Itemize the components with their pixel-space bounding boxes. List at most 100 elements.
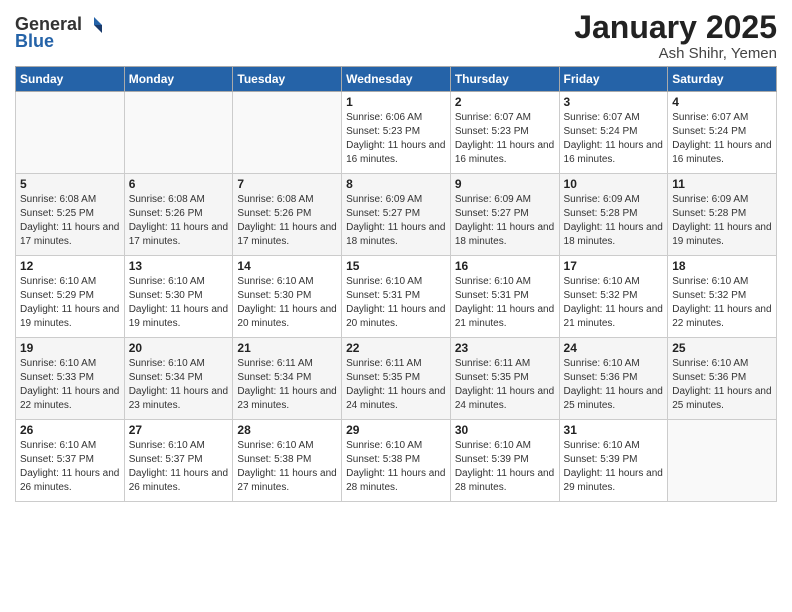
- day-info: Sunrise: 6:08 AMSunset: 5:26 PMDaylight:…: [237, 193, 337, 249]
- day-info: Sunrise: 6:10 AMSunset: 5:29 PMDaylight:…: [20, 275, 120, 331]
- day-info: Sunrise: 6:08 AMSunset: 5:25 PMDaylight:…: [20, 193, 120, 249]
- location-title: Ash Shihr, Yemen: [574, 45, 777, 62]
- day-number: 18: [672, 259, 772, 273]
- calendar-cell: 21 Sunrise: 6:11 AMSunset: 5:34 PMDayligh…: [233, 338, 342, 420]
- weekday-header-row: Sunday Monday Tuesday Wednesday Thursday…: [16, 67, 777, 92]
- calendar-cell: 16 Sunrise: 6:10 AMSunset: 5:31 PMDayligh…: [450, 256, 559, 338]
- calendar-cell: 31 Sunrise: 6:10 AMSunset: 5:39 PMDayligh…: [559, 420, 668, 502]
- day-number: 21: [237, 341, 337, 355]
- day-number: 22: [346, 341, 446, 355]
- calendar-cell: 25 Sunrise: 6:10 AMSunset: 5:36 PMDayligh…: [668, 338, 777, 420]
- calendar-cell: 29 Sunrise: 6:10 AMSunset: 5:38 PMDayligh…: [342, 420, 451, 502]
- day-info: Sunrise: 6:08 AMSunset: 5:26 PMDaylight:…: [129, 193, 229, 249]
- day-info: Sunrise: 6:09 AMSunset: 5:28 PMDaylight:…: [564, 193, 664, 249]
- calendar-table: Sunday Monday Tuesday Wednesday Thursday…: [15, 66, 777, 502]
- day-number: 17: [564, 259, 664, 273]
- day-info: Sunrise: 6:10 AMSunset: 5:31 PMDaylight:…: [455, 275, 555, 331]
- calendar-cell: 28 Sunrise: 6:10 AMSunset: 5:38 PMDayligh…: [233, 420, 342, 502]
- day-number: 11: [672, 177, 772, 191]
- day-number: 19: [20, 341, 120, 355]
- day-number: 27: [129, 423, 229, 437]
- day-number: 2: [455, 95, 555, 109]
- month-title: January 2025: [574, 10, 777, 45]
- header-wednesday: Wednesday: [342, 67, 451, 92]
- day-number: 7: [237, 177, 337, 191]
- day-info: Sunrise: 6:10 AMSunset: 5:33 PMDaylight:…: [20, 357, 120, 413]
- day-number: 26: [20, 423, 120, 437]
- logo: General Blue: [15, 14, 104, 52]
- calendar-cell: [233, 92, 342, 174]
- day-info: Sunrise: 6:10 AMSunset: 5:31 PMDaylight:…: [346, 275, 446, 331]
- calendar-cell: 17 Sunrise: 6:10 AMSunset: 5:32 PMDayligh…: [559, 256, 668, 338]
- calendar-cell: [668, 420, 777, 502]
- calendar-cell: 13 Sunrise: 6:10 AMSunset: 5:30 PMDayligh…: [124, 256, 233, 338]
- day-info: Sunrise: 6:09 AMSunset: 5:28 PMDaylight:…: [672, 193, 772, 249]
- calendar-cell: 20Sunrise: 6:10 AMSunset: 5:34 PMDayligh…: [124, 338, 233, 420]
- calendar-week-row: 26 Sunrise: 6:10 AMSunset: 5:37 PMDayligh…: [16, 420, 777, 502]
- day-number: 1: [346, 95, 446, 109]
- day-info: Sunrise: 6:07 AMSunset: 5:23 PMDaylight:…: [455, 111, 555, 167]
- calendar-cell: 6 Sunrise: 6:08 AMSunset: 5:26 PMDaylight…: [124, 174, 233, 256]
- day-info: Sunrise: 6:10 AMSunset: 5:38 PMDaylight:…: [237, 439, 337, 495]
- calendar-cell: 2 Sunrise: 6:07 AMSunset: 5:23 PMDaylight…: [450, 92, 559, 174]
- header-thursday: Thursday: [450, 67, 559, 92]
- day-number: 25: [672, 341, 772, 355]
- calendar-cell: [124, 92, 233, 174]
- day-number: 16: [455, 259, 555, 273]
- day-info: Sunrise: 6:10 AMSunset: 5:38 PMDaylight:…: [346, 439, 446, 495]
- header-sunday: Sunday: [16, 67, 125, 92]
- day-info: Sunrise: 6:10 AMSunset: 5:39 PMDaylight:…: [564, 439, 664, 495]
- calendar-cell: 12 Sunrise: 6:10 AMSunset: 5:29 PMDayligh…: [16, 256, 125, 338]
- day-number: 28: [237, 423, 337, 437]
- calendar-cell: 23 Sunrise: 6:11 AMSunset: 5:35 PMDayligh…: [450, 338, 559, 420]
- calendar-cell: 24 Sunrise: 6:10 AMSunset: 5:36 PMDayligh…: [559, 338, 668, 420]
- day-number: 5: [20, 177, 120, 191]
- day-info: Sunrise: 6:09 AMSunset: 5:27 PMDaylight:…: [346, 193, 446, 249]
- day-info: Sunrise: 6:10 AMSunset: 5:32 PMDaylight:…: [672, 275, 772, 331]
- day-number: 13: [129, 259, 229, 273]
- day-number: 30: [455, 423, 555, 437]
- day-info: Sunrise: 6:10 AMSunset: 5:36 PMDaylight:…: [564, 357, 664, 413]
- header-friday: Friday: [559, 67, 668, 92]
- day-number: 29: [346, 423, 446, 437]
- page-container: General Blue January 2025 Ash Shihr, Yem…: [0, 0, 792, 512]
- day-number: 24: [564, 341, 664, 355]
- calendar-cell: 8Sunrise: 6:09 AMSunset: 5:27 PMDaylight…: [342, 174, 451, 256]
- calendar-cell: 5 Sunrise: 6:08 AMSunset: 5:25 PMDaylight…: [16, 174, 125, 256]
- calendar-week-row: 12 Sunrise: 6:10 AMSunset: 5:29 PMDayligh…: [16, 256, 777, 338]
- day-number: 9: [455, 177, 555, 191]
- calendar-week-row: 5 Sunrise: 6:08 AMSunset: 5:25 PMDaylight…: [16, 174, 777, 256]
- day-info: Sunrise: 6:11 AMSunset: 5:34 PMDaylight:…: [237, 357, 337, 413]
- calendar-cell: 19 Sunrise: 6:10 AMSunset: 5:33 PMDayligh…: [16, 338, 125, 420]
- day-number: 3: [564, 95, 664, 109]
- header-tuesday: Tuesday: [233, 67, 342, 92]
- calendar-cell: 18 Sunrise: 6:10 AMSunset: 5:32 PMDayligh…: [668, 256, 777, 338]
- logo-icon: [84, 15, 104, 35]
- day-number: 31: [564, 423, 664, 437]
- calendar-week-row: 1Sunrise: 6:06 AMSunset: 5:23 PMDaylight…: [16, 92, 777, 174]
- calendar-week-row: 19 Sunrise: 6:10 AMSunset: 5:33 PMDayligh…: [16, 338, 777, 420]
- day-number: 23: [455, 341, 555, 355]
- day-info: Sunrise: 6:10 AMSunset: 5:32 PMDaylight:…: [564, 275, 664, 331]
- day-number: 6: [129, 177, 229, 191]
- calendar-cell: 11 Sunrise: 6:09 AMSunset: 5:28 PMDayligh…: [668, 174, 777, 256]
- day-info: Sunrise: 6:11 AMSunset: 5:35 PMDaylight:…: [455, 357, 555, 413]
- day-info: Sunrise: 6:09 AMSunset: 5:27 PMDaylight:…: [455, 193, 555, 249]
- day-info: Sunrise: 6:10 AMSunset: 5:37 PMDaylight:…: [20, 439, 120, 495]
- day-info: Sunrise: 6:10 AMSunset: 5:36 PMDaylight:…: [672, 357, 772, 413]
- day-info: Sunrise: 6:11 AMSunset: 5:35 PMDaylight:…: [346, 357, 446, 413]
- title-block: January 2025 Ash Shihr, Yemen: [574, 10, 777, 62]
- day-number: 12: [20, 259, 120, 273]
- calendar-cell: 26 Sunrise: 6:10 AMSunset: 5:37 PMDayligh…: [16, 420, 125, 502]
- header-saturday: Saturday: [668, 67, 777, 92]
- day-info: Sunrise: 6:10 AMSunset: 5:34 PMDaylight:…: [129, 357, 229, 413]
- day-info: Sunrise: 6:07 AMSunset: 5:24 PMDaylight:…: [564, 111, 664, 167]
- calendar-cell: 22 Sunrise: 6:11 AMSunset: 5:35 PMDayligh…: [342, 338, 451, 420]
- calendar-cell: 3 Sunrise: 6:07 AMSunset: 5:24 PMDaylight…: [559, 92, 668, 174]
- calendar-cell: [16, 92, 125, 174]
- day-info: Sunrise: 6:07 AMSunset: 5:24 PMDaylight:…: [672, 111, 772, 167]
- day-number: 4: [672, 95, 772, 109]
- calendar-cell: 9 Sunrise: 6:09 AMSunset: 5:27 PMDaylight…: [450, 174, 559, 256]
- day-info: Sunrise: 6:10 AMSunset: 5:30 PMDaylight:…: [129, 275, 229, 331]
- day-info: Sunrise: 6:10 AMSunset: 5:39 PMDaylight:…: [455, 439, 555, 495]
